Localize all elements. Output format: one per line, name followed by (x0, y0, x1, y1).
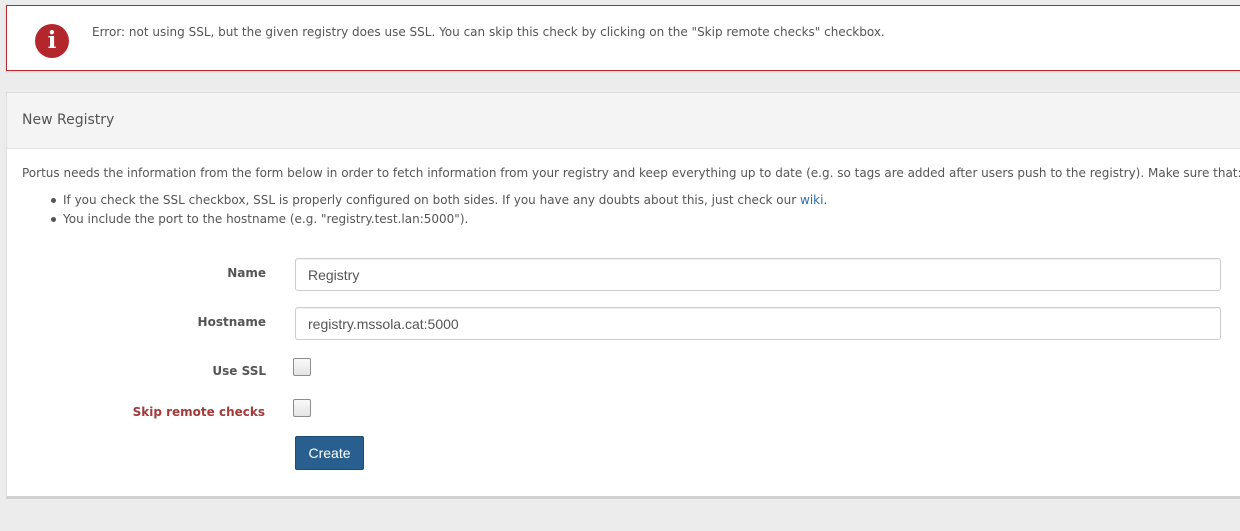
use-ssl-label: Use SSL (212, 364, 266, 378)
list-item: If you check the SSL checkbox, SSL is pr… (51, 193, 827, 212)
wiki-link[interactable]: wiki (800, 193, 823, 207)
panel-title: New Registry (22, 112, 115, 128)
ssl-requirement-end: . (823, 193, 828, 207)
name-label: Name (227, 266, 266, 280)
panel-intro: Portus needs the information from the fo… (22, 166, 1240, 180)
panel-heading: New Registry (7, 93, 1240, 149)
new-registry-panel: New Registry Portus needs the informatio… (6, 92, 1240, 499)
alert-message: Error: not using SSL, but the given regi… (92, 25, 885, 39)
port-requirement-text: You include the port to the hostname (e.… (63, 212, 469, 226)
create-button[interactable]: Create (295, 436, 364, 470)
hostname-input[interactable] (295, 307, 1221, 340)
use-ssl-checkbox[interactable] (293, 358, 311, 376)
info-icon: i (35, 24, 69, 58)
list-item: You include the port to the hostname (e.… (51, 212, 827, 231)
name-input[interactable] (295, 258, 1221, 291)
error-alert: i Error: not using SSL, but the given re… (6, 5, 1240, 71)
requirements-list: If you check the SSL checkbox, SSL is pr… (51, 193, 827, 231)
skip-remote-checks-checkbox[interactable] (293, 399, 311, 417)
hostname-label: Hostname (197, 315, 266, 329)
skip-remote-checks-label: Skip remote checks (132, 405, 265, 419)
ssl-requirement-text: If you check the SSL checkbox, SSL is pr… (63, 193, 800, 207)
